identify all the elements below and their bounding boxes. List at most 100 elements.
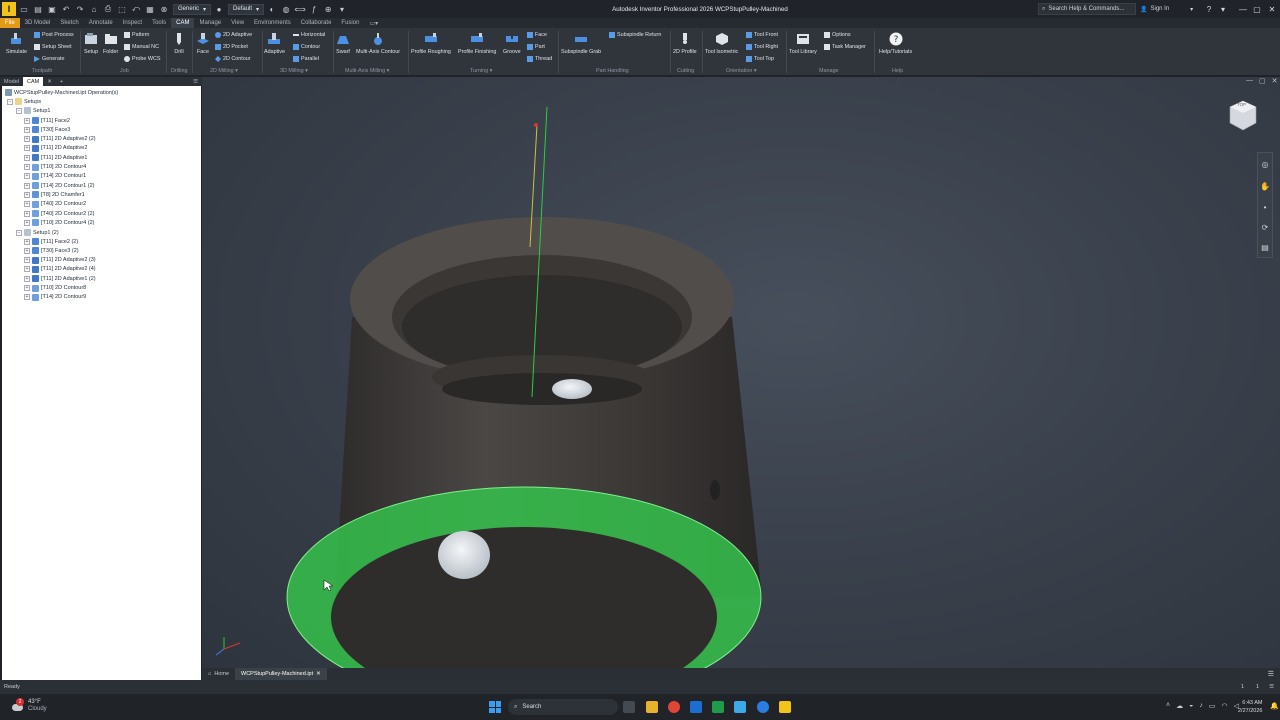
3d-model-canvas[interactable]	[202, 77, 1280, 680]
display-icon[interactable]: ▭	[1209, 702, 1216, 710]
help-chevron-icon[interactable]: ▾	[1216, 0, 1230, 18]
tree-root[interactable]: WCPStupPulley-Machined.ipt Operation(s)	[5, 88, 118, 97]
face-button[interactable]: Face	[196, 28, 210, 55]
microphone-icon[interactable]: ♪	[1199, 702, 1203, 710]
setup-sheet-button[interactable]: Setup Sheet	[34, 44, 72, 50]
multi-axis-contour-button[interactable]: Multi-Axis Contour	[356, 28, 400, 55]
collapse-icon[interactable]: −	[16, 107, 22, 114]
tree-operation[interactable]: + [T10] 2D Contour4	[24, 163, 86, 172]
3d-milling-group-label[interactable]: 3D Milling ▾	[280, 68, 308, 74]
expand-icon[interactable]: +	[24, 210, 30, 217]
through-hole[interactable]	[438, 531, 490, 579]
2d-profile-button[interactable]: 2D Profile	[673, 28, 697, 55]
help-icon[interactable]: ?	[1202, 0, 1216, 18]
tab-collaborate[interactable]: Collaborate	[296, 18, 337, 28]
inventor-logo-icon[interactable]: I	[2, 2, 16, 16]
wifi-icon[interactable]: ◠	[1221, 702, 1227, 710]
2d-contour-button[interactable]: 2D Contour	[215, 56, 251, 62]
orientation-group-label[interactable]: Orientation ▾	[726, 68, 757, 74]
close-tab-icon[interactable]: ✕	[43, 77, 56, 86]
simulate-button[interactable]: Simulate	[6, 28, 27, 55]
inventor-taskbar-icon[interactable]	[779, 701, 791, 713]
return-icon[interactable]: ⤺	[130, 3, 142, 15]
tree-operation[interactable]: + [T40] 2D Contour2	[24, 200, 86, 209]
expand-icon[interactable]: +	[24, 257, 30, 264]
expand-icon[interactable]: +	[24, 285, 30, 291]
adaptive-button[interactable]: Adaptive	[264, 28, 285, 55]
groove-button[interactable]: Groove	[503, 28, 521, 55]
profile-roughing-button[interactable]: Profile Roughing	[411, 28, 451, 55]
multi-axis-group-label[interactable]: Multi-Axis Milling ▾	[345, 68, 389, 74]
swarf-button[interactable]: Swarf	[336, 28, 350, 55]
tool-front-button[interactable]: Tool Front	[746, 32, 778, 38]
expand-icon[interactable]: +	[24, 266, 30, 273]
expand-icon[interactable]: +	[24, 145, 30, 152]
collapse-icon[interactable]: −	[7, 98, 13, 105]
tree-operation[interactable]: + [T14] 2D Contour1 (2)	[24, 181, 95, 190]
customize-icon[interactable]: ▾	[336, 3, 348, 15]
expand-icon[interactable]: +	[24, 173, 30, 180]
subspindle-grab-button[interactable]: Subspindle Grab	[561, 28, 601, 55]
tab-inspect[interactable]: Inspect	[118, 18, 147, 28]
zoom-icon[interactable]: •	[1258, 197, 1272, 217]
expand-icon[interactable]: +	[24, 182, 30, 189]
parallel-button[interactable]: Parallel	[293, 56, 319, 62]
subspindle-return-button[interactable]: Subspindle Return	[609, 32, 661, 38]
cloud-icon[interactable]: ☁	[1176, 702, 1183, 710]
tree-operation[interactable]: + [T14] 2D Contour1	[24, 172, 86, 181]
status-menu-icon[interactable]: ☰	[1269, 684, 1274, 690]
pan-hand-icon[interactable]: ✋	[1258, 175, 1272, 197]
adjust-icon[interactable]: ◐	[266, 3, 278, 15]
tree-operation[interactable]: + [T10] 2D Contour8	[24, 284, 86, 293]
home-icon[interactable]: ⌂	[88, 3, 100, 15]
2d-adaptive-button[interactable]: 2D Adaptive	[215, 32, 252, 38]
tree-operation[interactable]: + [T14] 2D Contour9	[24, 293, 86, 302]
expand-icon[interactable]: +	[24, 201, 30, 208]
edge-icon[interactable]	[757, 701, 769, 713]
open-folder-icon[interactable]: ▤	[32, 3, 44, 15]
expand-icon[interactable]: +	[24, 154, 30, 161]
tool-right-button[interactable]: Tool Right	[746, 44, 778, 50]
tab-cam[interactable]: CAM	[171, 18, 195, 28]
tab-menu-icon[interactable]: ☰	[1268, 670, 1274, 678]
manual-nc-button[interactable]: Manual NC	[124, 44, 159, 50]
help-search-input[interactable]: ⌕ Search Help & Commands...	[1038, 3, 1136, 15]
post-process-button[interactable]: Post Process	[34, 32, 74, 38]
network-icon[interactable]: ◒	[1189, 702, 1193, 710]
generate-button[interactable]: Generate	[34, 56, 64, 62]
add-tab-button[interactable]: +	[56, 77, 67, 86]
side-hole[interactable]	[710, 480, 720, 500]
tree-setup2[interactable]: − Setup1 (2)	[16, 228, 59, 237]
thread-button[interactable]: Thread	[527, 56, 552, 62]
tool-top-button[interactable]: Tool Top	[746, 56, 774, 62]
probe-wcs-button[interactable]: Probe WCS	[124, 56, 160, 62]
hamburger-menu-icon[interactable]: ☰	[189, 77, 202, 86]
project-icon[interactable]: ▦	[144, 3, 156, 15]
inner-hole[interactable]	[552, 379, 592, 399]
clock[interactable]: 6:43 AM 2/27/2026	[1238, 699, 1262, 715]
redo-icon[interactable]: ↷	[74, 3, 86, 15]
turning-face-button[interactable]: Face	[527, 32, 547, 38]
tab-manage[interactable]: Manage	[194, 18, 226, 28]
tree-operation[interactable]: + [T11] 2D Adaptive2 (3)	[24, 256, 96, 265]
turning-part-button[interactable]: Part	[527, 44, 545, 50]
folder-button[interactable]: Folder	[103, 28, 118, 55]
2d-milling-group-label[interactable]: 2D Milling ▾	[210, 68, 238, 74]
tree-operation[interactable]: + [T30] Face3 (2)	[24, 246, 79, 255]
expand-icon[interactable]: +	[24, 117, 30, 124]
tree-operation[interactable]: + [T8] 2D Chamfer1	[24, 190, 85, 199]
tab-annotate[interactable]: Annotate	[84, 18, 118, 28]
select-icon[interactable]: ⬚	[116, 3, 128, 15]
expand-icon[interactable]: +	[24, 136, 30, 143]
turning-group-label[interactable]: Turning ▾	[470, 68, 492, 74]
appearance-sphere-icon[interactable]: ●	[213, 3, 225, 15]
doc-minimize-icon[interactable]: —	[1246, 77, 1253, 85]
orbit-icon[interactable]: ⟳	[1258, 217, 1272, 237]
tree-operation[interactable]: + [T11] 2D Adaptive1 (2)	[24, 274, 96, 283]
tree-setup1[interactable]: − Setup1	[16, 106, 50, 115]
maximize-icon[interactable]: ▢	[1250, 0, 1264, 18]
tool-library-button[interactable]: Tool Library	[789, 28, 817, 55]
tree-operation[interactable]: + [T10] 2D Contour4 (2)	[24, 218, 95, 227]
parameters-fx-icon[interactable]: ƒ	[308, 3, 320, 15]
expand-icon[interactable]: +	[24, 275, 30, 282]
